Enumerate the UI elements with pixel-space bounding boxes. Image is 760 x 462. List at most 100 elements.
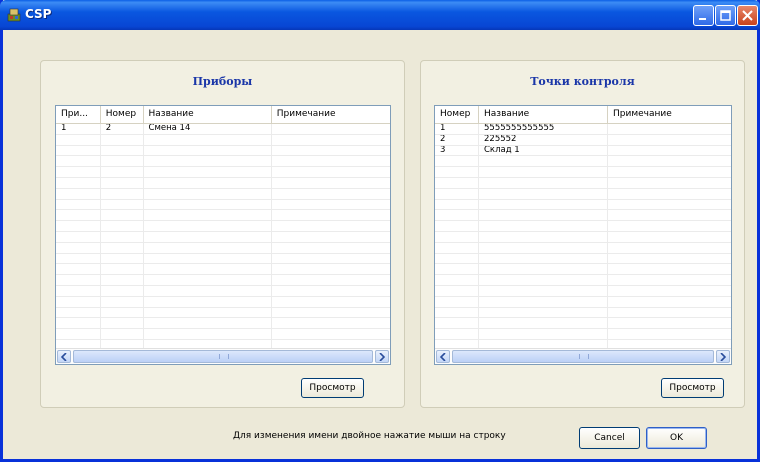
table-row[interactable] xyxy=(435,167,731,178)
table-cell xyxy=(101,231,144,242)
table-cell xyxy=(608,221,731,231)
checkpoints-horizontal-scrollbar[interactable] xyxy=(435,348,731,364)
table-cell xyxy=(435,275,479,285)
table-row[interactable] xyxy=(435,177,731,189)
scroll-thumb[interactable] xyxy=(452,350,714,363)
chevron-right-icon xyxy=(379,353,385,361)
table-row[interactable] xyxy=(435,253,731,265)
table-cell xyxy=(479,307,608,318)
table-cell xyxy=(56,156,101,167)
table-row[interactable] xyxy=(435,318,731,330)
table-row[interactable] xyxy=(435,307,731,319)
minimize-button[interactable] xyxy=(693,5,714,26)
scroll-right-button[interactable] xyxy=(716,350,730,363)
table-row[interactable] xyxy=(56,253,390,265)
maximize-button[interactable] xyxy=(715,5,736,26)
checkpoints-title: Точки контроля xyxy=(530,75,635,88)
table-row[interactable] xyxy=(56,210,390,222)
table-row[interactable] xyxy=(56,275,390,286)
table-cell xyxy=(56,253,101,264)
table-row[interactable] xyxy=(435,221,731,232)
table-cell xyxy=(435,156,479,167)
table-row[interactable] xyxy=(56,156,390,168)
close-button[interactable] xyxy=(737,5,758,26)
table-row[interactable] xyxy=(435,156,731,168)
checkpoints-table[interactable]: Номер Название Примечание 1 5555555555555… xyxy=(434,105,732,365)
table-cell xyxy=(56,307,101,318)
table-row[interactable] xyxy=(56,307,390,319)
table-cell xyxy=(144,134,272,145)
table-row[interactable] xyxy=(56,296,390,308)
table-row[interactable] xyxy=(435,231,731,243)
scroll-thumb[interactable] xyxy=(73,350,373,363)
column-header[interactable]: Номер xyxy=(435,106,479,123)
table-row[interactable] xyxy=(435,285,731,297)
table-row[interactable] xyxy=(435,242,731,254)
devices-horizontal-scrollbar[interactable] xyxy=(56,348,390,364)
table-cell xyxy=(56,264,101,275)
table-row[interactable] xyxy=(56,221,390,232)
title-bar[interactable]: CSP xyxy=(0,0,760,30)
table-row[interactable] xyxy=(56,188,390,200)
table-row[interactable] xyxy=(435,275,731,286)
table-cell xyxy=(272,210,390,220)
table-row[interactable] xyxy=(435,188,731,200)
scroll-right-button[interactable] xyxy=(375,350,389,363)
table-cell xyxy=(435,264,479,275)
table-row[interactable] xyxy=(56,167,390,178)
table-cell xyxy=(272,286,390,296)
ok-button[interactable]: OK xyxy=(646,427,707,449)
table-row[interactable]: 2 225552 xyxy=(435,134,731,146)
chevron-left-icon xyxy=(440,353,446,361)
devices-view-button[interactable]: Просмотр xyxy=(301,378,364,398)
table-row[interactable] xyxy=(56,177,390,189)
table-row[interactable] xyxy=(435,199,731,211)
scroll-left-button[interactable] xyxy=(436,350,450,363)
table-cell xyxy=(479,264,608,275)
table-row[interactable] xyxy=(435,296,731,308)
table-row[interactable]: 1 2 Смена 14 xyxy=(56,124,390,135)
table-row[interactable] xyxy=(435,210,731,222)
column-header[interactable]: Название xyxy=(479,106,608,123)
checkpoints-table-header: Номер Название Примечание xyxy=(435,106,731,124)
table-cell xyxy=(144,188,272,199)
table-row[interactable] xyxy=(56,134,390,146)
table-row[interactable] xyxy=(56,145,390,157)
table-row[interactable] xyxy=(56,329,390,340)
table-row[interactable] xyxy=(56,199,390,211)
column-header[interactable]: Примечание xyxy=(272,106,390,123)
table-row[interactable]: 3 Склад 1 xyxy=(435,145,731,157)
table-cell xyxy=(144,231,272,242)
table-cell xyxy=(144,275,272,285)
table-row[interactable] xyxy=(56,231,390,243)
table-cell xyxy=(101,296,144,307)
table-cell xyxy=(479,275,608,285)
table-cell xyxy=(479,242,608,253)
table-cell xyxy=(56,134,101,145)
table-row[interactable] xyxy=(435,264,731,276)
table-cell xyxy=(101,285,144,296)
column-header[interactable]: Название xyxy=(144,106,272,123)
table-cell xyxy=(479,231,608,242)
table-row[interactable] xyxy=(56,285,390,297)
column-header[interactable]: Номер xyxy=(101,106,144,123)
checkpoints-panel: Точки контроля Номер Название Примечание… xyxy=(420,60,745,408)
table-row[interactable] xyxy=(56,242,390,254)
cancel-button[interactable]: Cancel xyxy=(579,427,640,449)
table-row[interactable] xyxy=(435,329,731,340)
table-cell: 3 xyxy=(435,145,479,156)
checkpoints-view-button[interactable]: Просмотр xyxy=(661,378,724,398)
table-cell xyxy=(144,307,272,318)
table-cell xyxy=(608,178,731,188)
scroll-left-button[interactable] xyxy=(57,350,71,363)
table-row[interactable] xyxy=(56,318,390,330)
devices-table[interactable]: При... Номер Название Примечание 1 2 Смена… xyxy=(55,105,391,365)
table-cell xyxy=(608,156,731,166)
maximize-icon xyxy=(720,10,731,21)
table-row[interactable] xyxy=(56,264,390,276)
column-header[interactable]: При... xyxy=(56,106,101,123)
table-row[interactable]: 1 5555555555555 xyxy=(435,124,731,135)
table-cell xyxy=(608,297,731,307)
column-header[interactable]: Примечание xyxy=(608,106,731,123)
table-cell xyxy=(608,135,731,145)
